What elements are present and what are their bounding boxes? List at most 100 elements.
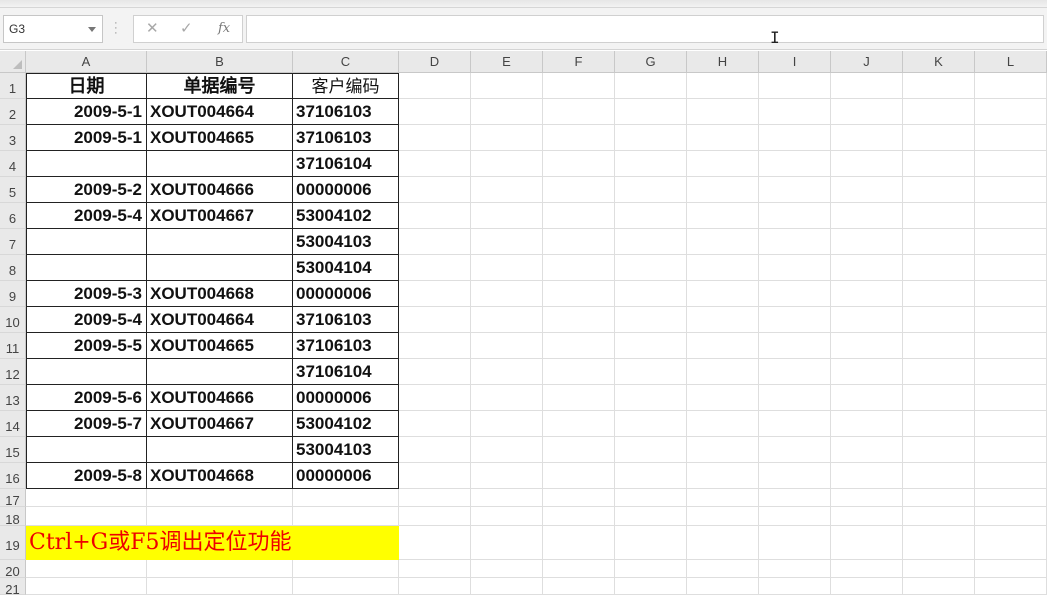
row-header-2[interactable]: 2 (0, 99, 26, 125)
cell-k19[interactable] (903, 526, 975, 560)
cell-h16[interactable] (687, 463, 759, 489)
table-cell-c5[interactable]: 00000006 (293, 177, 399, 203)
cell-j14[interactable] (831, 411, 903, 437)
cell-k20[interactable] (903, 560, 975, 578)
name-box[interactable]: G3 (3, 15, 103, 43)
cell-j18[interactable] (831, 507, 903, 526)
cell-i18[interactable] (759, 507, 831, 526)
cell-i1[interactable] (759, 73, 831, 99)
cell-e17[interactable] (471, 489, 543, 507)
header-cell-c[interactable]: 客户编码 (293, 73, 399, 99)
cell-f3[interactable] (543, 125, 615, 151)
table-cell-b11[interactable]: XOUT004665 (147, 333, 293, 359)
cell-e3[interactable] (471, 125, 543, 151)
table-cell-c15[interactable]: 53004103 (293, 437, 399, 463)
cell-f4[interactable] (543, 151, 615, 177)
cell-k12[interactable] (903, 359, 975, 385)
cell-h14[interactable] (687, 411, 759, 437)
table-cell-a16[interactable]: 2009-5-8 (26, 463, 147, 489)
cell-d1[interactable] (399, 73, 471, 99)
cell-e18[interactable] (471, 507, 543, 526)
table-cell-a12[interactable] (26, 359, 147, 385)
table-cell-a8[interactable] (26, 255, 147, 281)
cell-e16[interactable] (471, 463, 543, 489)
cell-g7[interactable] (615, 229, 687, 255)
row-header-6[interactable]: 6 (0, 203, 26, 229)
cell-l21[interactable] (975, 578, 1047, 595)
cell-g12[interactable] (615, 359, 687, 385)
cell-f5[interactable] (543, 177, 615, 203)
cell-l18[interactable] (975, 507, 1047, 526)
cell-c21[interactable] (293, 578, 399, 595)
row-header-10[interactable]: 10 (0, 307, 26, 333)
cell-h9[interactable] (687, 281, 759, 307)
cell-i8[interactable] (759, 255, 831, 281)
cell-f20[interactable] (543, 560, 615, 578)
more-options-icon[interactable]: · · · (114, 18, 118, 39)
row-header-12[interactable]: 12 (0, 359, 26, 385)
table-cell-b3[interactable]: XOUT004665 (147, 125, 293, 151)
header-cell-b[interactable]: 单据编号 (147, 73, 293, 99)
cell-g5[interactable] (615, 177, 687, 203)
cell-j10[interactable] (831, 307, 903, 333)
cell-j17[interactable] (831, 489, 903, 507)
cell-l13[interactable] (975, 385, 1047, 411)
cell-c20[interactable] (293, 560, 399, 578)
cell-i16[interactable] (759, 463, 831, 489)
cell-j9[interactable] (831, 281, 903, 307)
table-cell-c7[interactable]: 53004103 (293, 229, 399, 255)
cell-d20[interactable] (399, 560, 471, 578)
cell-i15[interactable] (759, 437, 831, 463)
cell-d12[interactable] (399, 359, 471, 385)
cell-g6[interactable] (615, 203, 687, 229)
table-cell-c10[interactable]: 37106103 (293, 307, 399, 333)
cell-e10[interactable] (471, 307, 543, 333)
cell-e11[interactable] (471, 333, 543, 359)
cell-f9[interactable] (543, 281, 615, 307)
cell-f2[interactable] (543, 99, 615, 125)
chevron-down-icon[interactable] (88, 27, 96, 32)
cell-g9[interactable] (615, 281, 687, 307)
cell-g14[interactable] (615, 411, 687, 437)
cell-f6[interactable] (543, 203, 615, 229)
cell-l11[interactable] (975, 333, 1047, 359)
cell-i21[interactable] (759, 578, 831, 595)
cell-g1[interactable] (615, 73, 687, 99)
row-header-11[interactable]: 11 (0, 333, 26, 359)
cell-l19[interactable] (975, 526, 1047, 560)
cell-k13[interactable] (903, 385, 975, 411)
cell-e4[interactable] (471, 151, 543, 177)
column-header-b[interactable]: B (147, 51, 293, 73)
cell-h7[interactable] (687, 229, 759, 255)
table-cell-b15[interactable] (147, 437, 293, 463)
cell-b20[interactable] (147, 560, 293, 578)
cell-a20[interactable] (26, 560, 147, 578)
cell-j11[interactable] (831, 333, 903, 359)
cell-e21[interactable] (471, 578, 543, 595)
cell-f18[interactable] (543, 507, 615, 526)
table-cell-b2[interactable]: XOUT004664 (147, 99, 293, 125)
cell-k16[interactable] (903, 463, 975, 489)
cell-h2[interactable] (687, 99, 759, 125)
cell-j3[interactable] (831, 125, 903, 151)
cell-f12[interactable] (543, 359, 615, 385)
cell-i12[interactable] (759, 359, 831, 385)
cell-g20[interactable] (615, 560, 687, 578)
cell-l10[interactable] (975, 307, 1047, 333)
cell-a17[interactable] (26, 489, 147, 507)
table-cell-b12[interactable] (147, 359, 293, 385)
cell-g19[interactable] (615, 526, 687, 560)
cell-h20[interactable] (687, 560, 759, 578)
cell-g21[interactable] (615, 578, 687, 595)
cell-e6[interactable] (471, 203, 543, 229)
cell-f11[interactable] (543, 333, 615, 359)
table-cell-b16[interactable]: XOUT004668 (147, 463, 293, 489)
row-header-9[interactable]: 9 (0, 281, 26, 307)
column-header-d[interactable]: D (399, 51, 471, 73)
cell-g16[interactable] (615, 463, 687, 489)
table-cell-b4[interactable] (147, 151, 293, 177)
column-header-c[interactable]: C (293, 51, 399, 73)
column-header-f[interactable]: F (543, 51, 615, 73)
cell-e5[interactable] (471, 177, 543, 203)
cell-j13[interactable] (831, 385, 903, 411)
